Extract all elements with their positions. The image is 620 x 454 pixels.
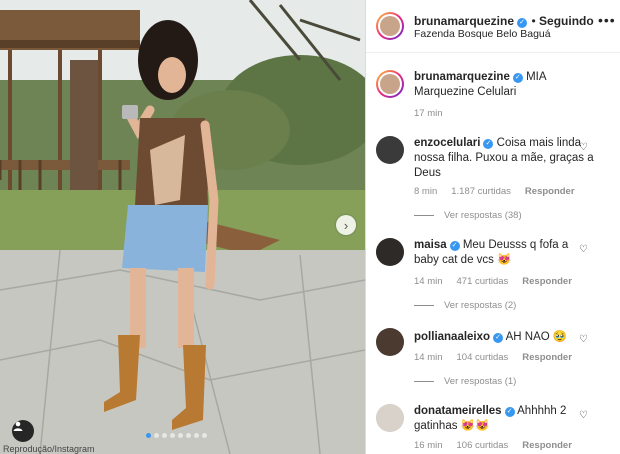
comment-username[interactable]: maisa [414,239,447,251]
comment-time: 8 min [414,186,438,197]
comment-time: 14 min [414,276,443,287]
comment-meta: 16 min 106 curtidas Responder [414,440,572,451]
commenter-avatar[interactable] [376,136,404,164]
heart-outline-icon[interactable]: ♡ [579,410,588,421]
comment-text: enzocelulari ✓ Coisa mais linda nossa fil… [414,136,594,181]
chevron-right-icon: › [343,217,349,233]
verified-badge-icon: ✓ [493,333,504,343]
heart-outline-icon[interactable]: ♡ [579,244,588,255]
carousel-dot [170,433,175,438]
comment-meta: 14 min 104 curtidas Responder [414,352,572,363]
carousel-dot [162,433,167,438]
heart-outline-icon[interactable]: ♡ [579,142,588,153]
author-avatar[interactable] [376,12,404,40]
image-credit: Reprodução/Instagram [3,444,95,454]
comment-meta: 8 min 1.187 curtidas Responder [414,186,575,197]
commenter-avatar[interactable] [376,404,404,432]
comment-meta: 14 min 471 curtidas Responder [414,276,572,287]
reply-button[interactable]: Responder [522,276,572,287]
carousel-dot [178,433,183,438]
carousel-dot [202,433,207,438]
more-horizontal-icon[interactable]: ••• [598,12,616,28]
carousel-dot [146,433,151,438]
verified-badge-icon: ✓ [504,407,515,417]
author-avatar[interactable] [376,70,404,98]
comment-likes[interactable]: 1.187 curtidas [451,186,511,197]
comment-text: pollianaaleixo ✓ AH NAO 🥹 [414,330,594,345]
heart-outline-icon[interactable]: ♡ [579,334,588,345]
reply-button[interactable]: Responder [522,440,572,451]
post-photo-illustration [0,0,365,454]
reply-button[interactable]: Responder [525,186,575,197]
carousel-dot [186,433,191,438]
following-button[interactable]: Seguindo [539,14,594,28]
verified-badge-icon: ✓ [483,139,494,149]
view-replies-button[interactable]: Ver respostas (1) [414,376,516,387]
carousel-dot [154,433,159,438]
comment-text: maisa ✓ Meu Deusss q fofa a baby cat de v… [414,238,594,268]
caption-text: brunamarquezine ✓ MIA Marquezine Celulari [414,70,594,100]
verified-badge-icon: ✓ [449,241,460,251]
comment-username[interactable]: enzocelulari [414,137,480,149]
next-photo-button[interactable]: › [336,215,356,235]
commenter-avatar[interactable] [376,238,404,266]
post-side-panel: brunamarquezine ✓ • Seguindo Fazenda Bosq… [366,0,620,454]
caption-meta: 17 min [414,108,443,119]
comment-time: 14 min [414,352,443,363]
post-location[interactable]: Fazenda Bosque Belo Baguá [414,28,551,40]
caption-username[interactable]: brunamarquezine [414,71,510,83]
commenter-avatar[interactable] [376,328,404,356]
carousel-indicator [146,433,207,438]
author-username[interactable]: brunamarquezine [414,14,514,28]
post-photo[interactable]: › Reprodução/Instagram [0,0,366,454]
view-replies-button[interactable]: Ver respostas (2) [414,300,516,311]
post-header: brunamarquezine ✓ • Seguindo Fazenda Bosq… [366,0,620,53]
comment-username[interactable]: pollianaaleixo [414,331,490,343]
comment-time: 16 min [414,440,443,451]
reply-button[interactable]: Responder [522,352,572,363]
user-tag-icon [13,421,23,431]
comment-likes[interactable]: 471 curtidas [457,276,509,287]
verified-badge-icon: ✓ [512,73,523,83]
comment-text: donatameirelles ✓ Ahhhhh 2 gatinhas 😻😻 [414,404,594,434]
comment-likes[interactable]: 104 curtidas [457,352,509,363]
carousel-dot [194,433,199,438]
tagged-users-button[interactable] [12,420,34,442]
caption-time: 17 min [414,108,443,119]
comment-username[interactable]: donatameirelles [414,405,502,417]
verified-badge-icon: ✓ [517,18,528,28]
comment-body: AH NAO 🥹 [505,331,568,343]
view-replies-button[interactable]: Ver respostas (38) [414,210,522,221]
comment-likes[interactable]: 106 curtidas [457,440,509,451]
